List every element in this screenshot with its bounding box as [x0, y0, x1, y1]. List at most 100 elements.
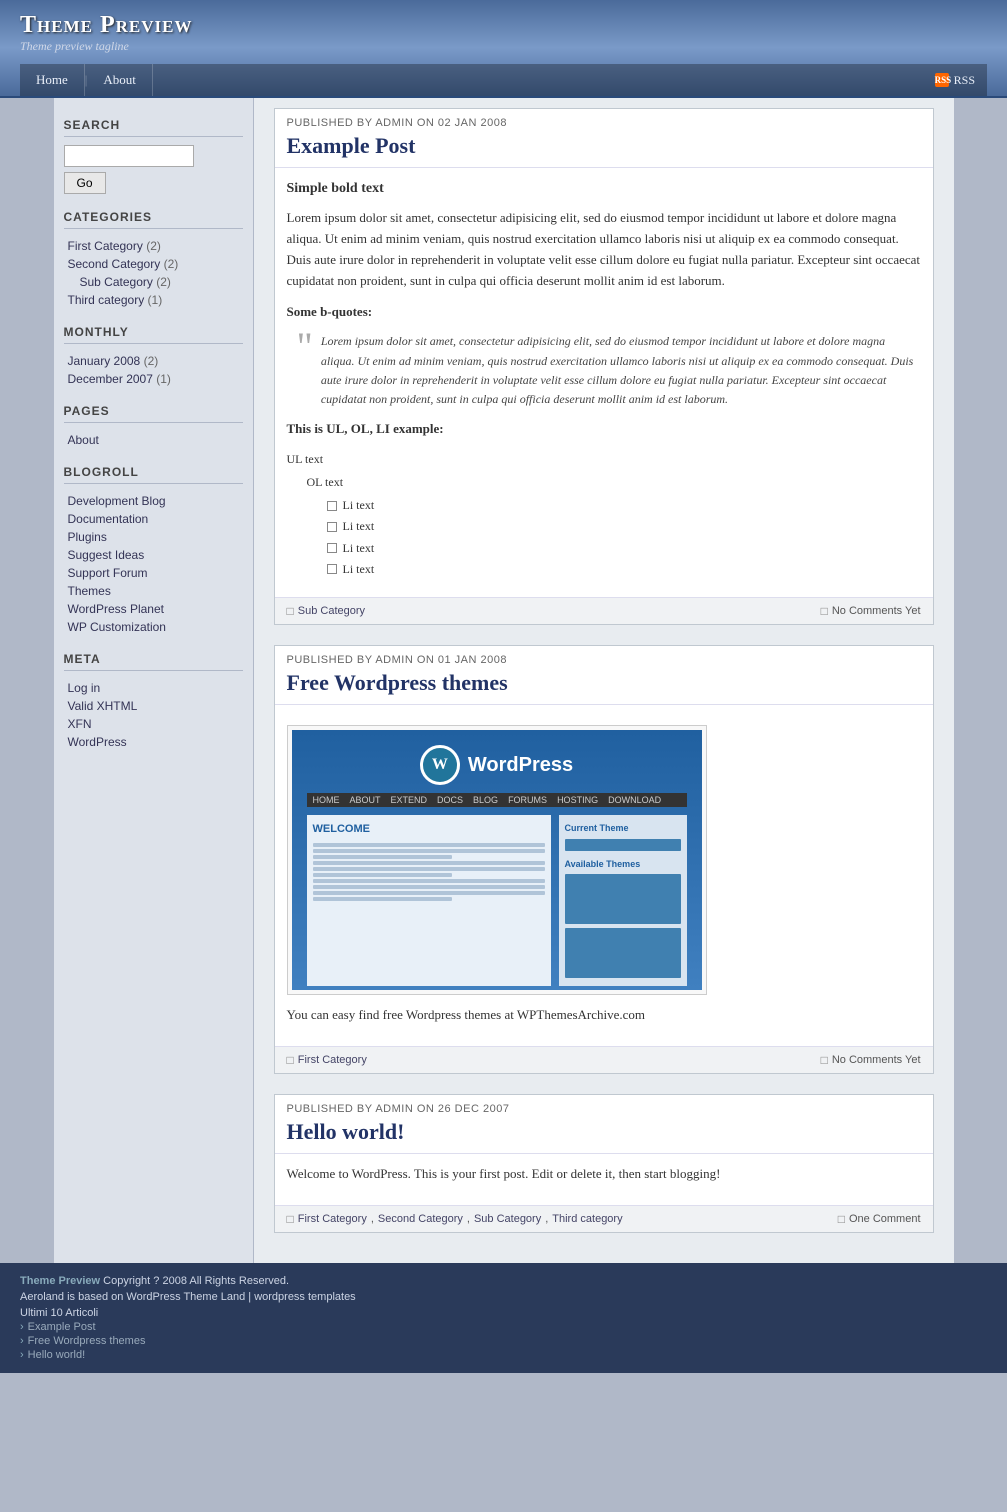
footer-link-1: › Example Post: [20, 1321, 987, 1333]
blogroll-docs[interactable]: Documentation: [64, 510, 243, 528]
li-item-2: Li text: [327, 517, 921, 536]
rss-icon: RSS: [935, 73, 949, 87]
post-content-1: Simple bold text Lorem ipsum dolor sit a…: [275, 168, 933, 597]
li-text-3: Li text: [343, 539, 375, 558]
site-title: Theme Preview: [20, 12, 987, 39]
li-checkbox-3: [327, 543, 337, 553]
category-second[interactable]: Second Category (2): [64, 255, 243, 273]
search-section-title: SEARCH: [64, 118, 243, 137]
post-cats-2: □ First Category: [287, 1053, 367, 1067]
post-wp-themes: Published by admin on 01 Jan 2008 Free W…: [274, 645, 934, 1074]
footer-arrow-icon-3: ›: [20, 1349, 24, 1361]
post-title-2: Free Wordpress themes: [275, 666, 933, 705]
monthly-dec-2007[interactable]: December 2007 (1): [64, 370, 243, 388]
post-title-3: Hello world!: [275, 1115, 933, 1154]
post-comment-count-2: No Comments Yet: [832, 1054, 921, 1066]
meta-login[interactable]: Log in: [64, 679, 243, 697]
blogroll-section-title: BLOGROLL: [64, 465, 243, 484]
wp-logo-icon: W: [420, 745, 460, 785]
wp-main-area: WELCOME: [307, 815, 551, 986]
post-comments-1: □ No Comments Yet: [821, 604, 921, 618]
footer-link-wp-themes[interactable]: Free Wordpress themes: [28, 1335, 146, 1347]
post-footer-1: □ Sub Category □ No Comments Yet: [275, 597, 933, 624]
ul-text: UL text: [287, 450, 921, 469]
post-cat-link-3a[interactable]: First Category: [298, 1213, 367, 1225]
li-text-2: Li text: [343, 517, 375, 536]
li-checkbox-4: [327, 564, 337, 574]
post-cat-link-3c[interactable]: Sub Category: [474, 1213, 541, 1225]
post-cat-link-2[interactable]: First Category: [298, 1054, 367, 1066]
footer-link-2: › Free Wordpress themes: [20, 1335, 987, 1347]
list-section: UL text OL text Li text Li text: [287, 450, 921, 579]
footer-arrow-icon-1: ›: [20, 1321, 24, 1333]
blogroll-plugins[interactable]: Plugins: [64, 528, 243, 546]
meta-wordpress[interactable]: WordPress: [64, 733, 243, 751]
blockquote-section: " Lorem ipsum dolor sit amet, consectetu…: [287, 332, 921, 409]
meta-xfn[interactable]: XFN: [64, 715, 243, 733]
blogroll-wp-planet[interactable]: WordPress Planet: [64, 600, 243, 618]
search-input[interactable]: [64, 145, 194, 167]
post-content-2: W WordPress HOME ABOUT EXTEND DOCS BLOG …: [275, 705, 933, 1046]
blockquote-text: Lorem ipsum dolor sit amet, consectetur …: [321, 332, 921, 409]
category-third[interactable]: Third category (1): [64, 291, 243, 309]
blogroll-suggest[interactable]: Suggest Ideas: [64, 546, 243, 564]
footer-link-hello[interactable]: Hello world!: [28, 1349, 85, 1361]
pages-section-title: PAGES: [64, 404, 243, 423]
wp-screenshot: W WordPress HOME ABOUT EXTEND DOCS BLOG …: [287, 725, 707, 995]
rss-link[interactable]: RSS RSS: [923, 67, 987, 94]
li-checkbox-2: [327, 522, 337, 532]
blogroll-wp-custom[interactable]: WP Customization: [64, 618, 243, 636]
post-cat-link-1[interactable]: Sub Category: [298, 605, 365, 617]
post-para-2: You can easy find free Wordpress themes …: [287, 1005, 921, 1026]
site-tagline: Theme preview tagline: [20, 39, 987, 54]
categories-section-title: CATEGORIES: [64, 210, 243, 229]
monthly-jan-2008[interactable]: January 2008 (2): [64, 352, 243, 370]
blogroll-support[interactable]: Support Forum: [64, 564, 243, 582]
footer-link-3: › Hello world!: [20, 1349, 987, 1361]
post-cat-link-3b[interactable]: Second Category: [378, 1213, 463, 1225]
main-nav: Home | About RSS RSS: [20, 64, 987, 96]
footer-credit: Aeroland is based on WordPress Theme Lan…: [20, 1291, 987, 1303]
main-content: Published by admin on 02 Jan 2008 Exampl…: [254, 98, 954, 1263]
footer-link-example[interactable]: Example Post: [28, 1321, 96, 1333]
post-footer-2: □ First Category □ No Comments Yet: [275, 1046, 933, 1073]
wp-logo-area: W WordPress: [420, 745, 573, 785]
blogroll-dev[interactable]: Development Blog: [64, 492, 243, 510]
footer-links: Ultimi 10 Articoli › Example Post › Free…: [20, 1307, 987, 1361]
category-icon-2: □: [287, 1053, 294, 1067]
footer-arrow-icon-2: ›: [20, 1335, 24, 1347]
li-text-1: Li text: [343, 496, 375, 515]
post-comment-count-3: One Comment: [849, 1213, 921, 1225]
post-comments-3: □ One Comment: [838, 1212, 921, 1226]
nav-about[interactable]: About: [87, 64, 153, 96]
quote-mark-icon: ": [297, 327, 313, 409]
post-content-3: Welcome to WordPress. This is your first…: [275, 1154, 933, 1205]
list-label: This is UL, OL, LI example:: [287, 419, 921, 440]
post-cats-3: □ First Category, Second Category, Sub C…: [287, 1212, 623, 1226]
meta-xhtml[interactable]: Valid XHTML: [64, 697, 243, 715]
post-meta-3: Published by admin on 26 Dec 2007: [275, 1095, 933, 1115]
li-checkbox-1: [327, 501, 337, 511]
wp-sidebar-area: Current Theme Available Themes: [559, 815, 687, 986]
post-cat-link-3d[interactable]: Third category: [552, 1213, 622, 1225]
go-button[interactable]: Go: [64, 172, 106, 194]
rss-label: RSS: [954, 73, 975, 88]
blogroll-themes[interactable]: Themes: [64, 582, 243, 600]
comment-icon-2: □: [821, 1053, 828, 1067]
post-title-1: Example Post: [275, 129, 933, 168]
page-about[interactable]: About: [64, 431, 243, 449]
post-meta-1: Published by admin on 02 Jan 2008: [275, 109, 933, 129]
category-first[interactable]: First Category (2): [64, 237, 243, 255]
post-para-1: Lorem ipsum dolor sit amet, consectetur …: [287, 208, 921, 291]
wp-mock-image: W WordPress HOME ABOUT EXTEND DOCS BLOG …: [292, 730, 702, 990]
nav-home[interactable]: Home: [20, 64, 85, 96]
post-cats-1: □ Sub Category: [287, 604, 366, 618]
monthly-section-title: MONTHLY: [64, 325, 243, 344]
footer-links-title: Ultimi 10 Articoli: [20, 1307, 987, 1319]
site-footer: Theme Preview Copyright ? 2008 All Right…: [0, 1263, 1007, 1373]
li-item-4: Li text: [327, 560, 921, 579]
post-footer-3: □ First Category, Second Category, Sub C…: [275, 1205, 933, 1232]
category-sub[interactable]: Sub Category (2): [64, 273, 243, 291]
comment-icon-1: □: [821, 604, 828, 618]
post-para-3: Welcome to WordPress. This is your first…: [287, 1164, 921, 1185]
